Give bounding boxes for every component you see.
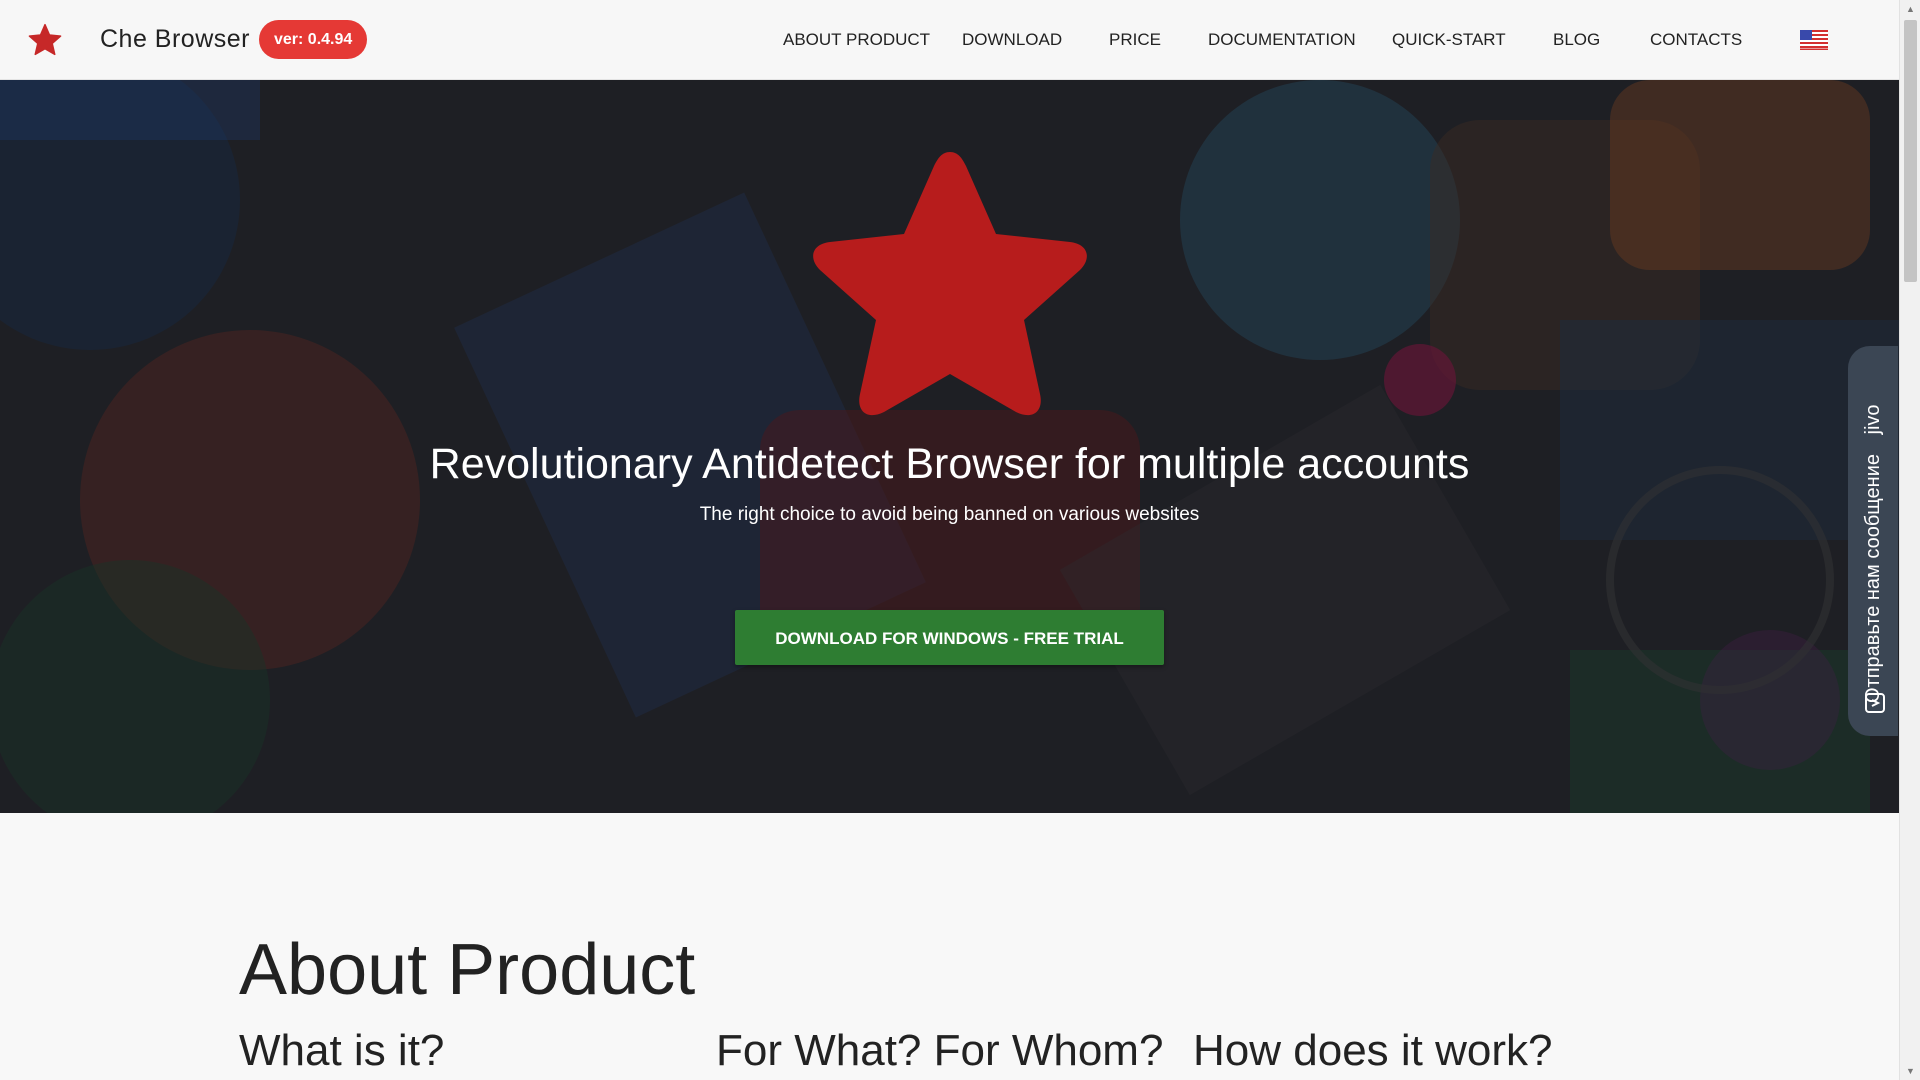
about-product-heading: About Product [239,930,696,1010]
hero-subtitle: The right choice to avoid being banned o… [699,504,1200,525]
version-badge: ver: 0.4.94 [259,20,368,59]
hero-section: Revolutionary Antidetect Browser for mul… [0,80,1899,813]
page-scrollbar[interactable]: ▲ ▼ [1899,0,1920,1080]
nav-blog[interactable]: BLOG [1553,28,1600,52]
nav-quick-start[interactable]: QUICK-START [1392,28,1506,52]
top-navbar: Che Browser ver: 0.4.94 ABOUT PRODUCT DO… [0,0,1899,80]
brand-name[interactable]: Che Browser [100,22,250,56]
scroll-thumb[interactable] [1904,20,1917,282]
star-logo-icon[interactable] [27,22,63,58]
for-what-heading: For What? For Whom? [716,1026,1164,1075]
nav-contacts[interactable]: CONTACTS [1650,28,1742,52]
nav-about-product[interactable]: ABOUT PRODUCT [783,28,930,52]
chat-widget-label[interactable]: Отправьте нам сообщение jivo [1860,383,1886,703]
download-windows-button[interactable]: DOWNLOAD FOR WINDOWS - FREE TRIAL [735,610,1164,665]
chat-icon[interactable] [1864,692,1886,714]
nav-download[interactable]: DOWNLOAD [962,28,1062,52]
jivo-brand: jivo [1862,404,1884,435]
nav-documentation[interactable]: DOCUMENTATION [1208,28,1356,52]
chat-widget-message: Отправьте нам сообщение [1862,454,1884,703]
nav-price[interactable]: PRICE [1109,28,1161,52]
scroll-down-arrow-icon[interactable]: ▼ [1900,1062,1920,1080]
scroll-up-arrow-icon[interactable]: ▲ [1900,0,1920,18]
how-does-it-work-heading: How does it work? [1193,1026,1553,1075]
star-icon [813,152,1087,416]
us-flag-icon[interactable] [1800,30,1828,50]
hero-title: Revolutionary Antidetect Browser for mul… [429,440,1470,488]
what-is-it-heading: What is it? [239,1026,445,1075]
